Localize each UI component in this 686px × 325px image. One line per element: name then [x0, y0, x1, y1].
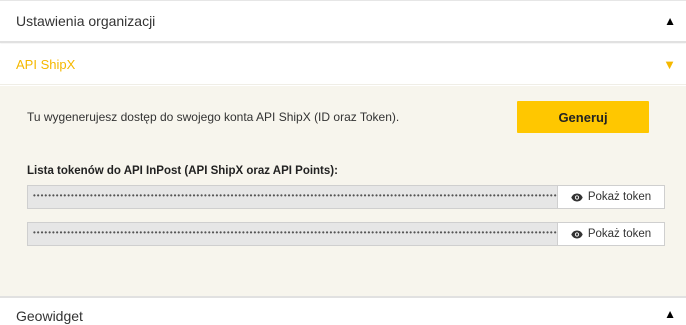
show-token-button[interactable]: Pokaż token [557, 222, 665, 246]
token-field[interactable]: ••••••••••••••••••••••••••••••••••••••••… [27, 185, 557, 209]
api-shipx-panel: Tu wygenerujesz dostęp do swojego konta … [0, 86, 686, 296]
show-token-label: Pokaż token [587, 228, 652, 240]
show-token-label: Pokaż token [587, 191, 652, 203]
section-title: Ustawienia organizacji [16, 13, 156, 29]
section-title: Geowidget [16, 308, 83, 324]
arrow-up-icon[interactable]: ▲ [664, 15, 676, 27]
eye-icon [571, 230, 583, 238]
arrow-up-icon[interactable]: ▲ [664, 308, 676, 320]
arrow-down-icon[interactable]: ▼ [663, 58, 676, 71]
section-header-api-shipx[interactable]: API ShipX ▼ [0, 44, 686, 85]
section-title: API ShipX [16, 56, 76, 72]
settings-accordion: Ustawienia organizacji ▲ API ShipX ▼ Tu … [0, 0, 686, 325]
intro-text: Tu wygenerujesz dostęp do swojego konta … [27, 110, 400, 124]
section-header-geowidget[interactable]: Geowidget ▲ [0, 296, 686, 325]
section-header-org-settings[interactable]: Ustawienia organizacji ▲ [0, 0, 686, 43]
generate-button[interactable]: Generuj [517, 101, 649, 133]
token-field[interactable]: ••••••••••••••••••••••••••••••••••••••••… [27, 222, 557, 246]
token-row: ••••••••••••••••••••••••••••••••••••••••… [27, 185, 665, 209]
tokens-list-label: Lista tokenów do API InPost (API ShipX o… [27, 165, 338, 177]
eye-icon [571, 193, 583, 201]
show-token-button[interactable]: Pokaż token [557, 185, 665, 209]
token-row: ••••••••••••••••••••••••••••••••••••••••… [27, 222, 665, 246]
